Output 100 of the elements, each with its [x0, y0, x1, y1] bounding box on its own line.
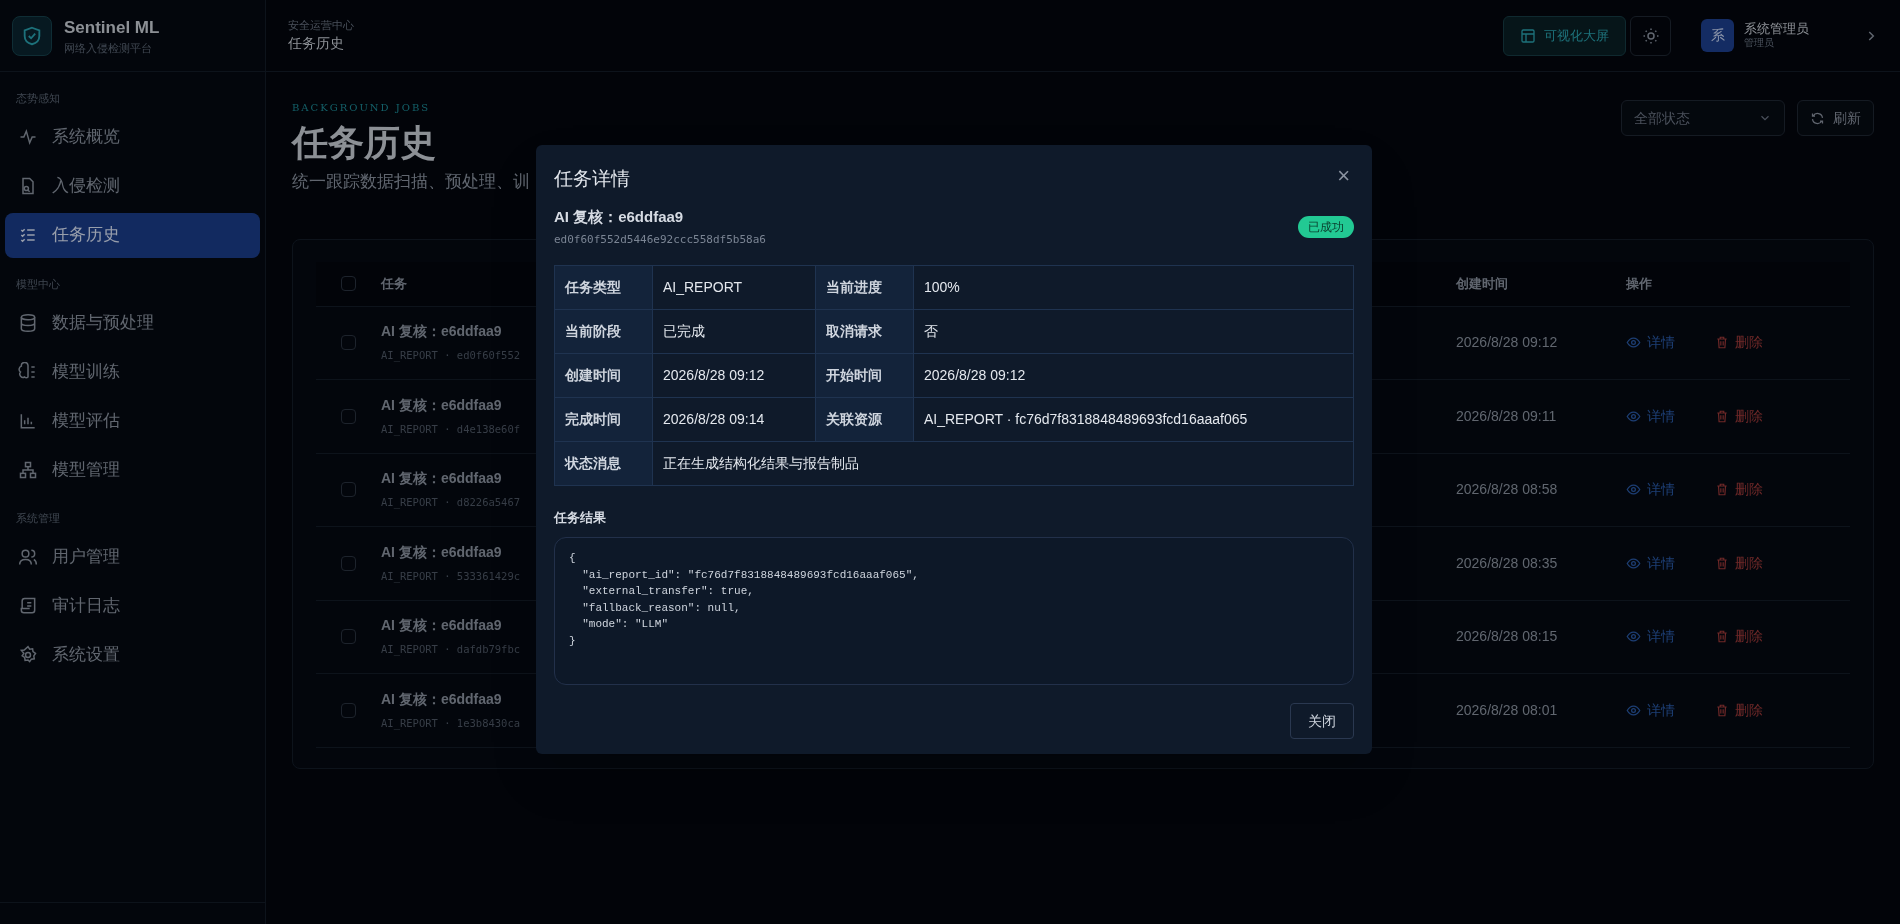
delete-link[interactable]: 删除	[1715, 332, 1763, 354]
nav-item[interactable]: 数据与预处理	[5, 300, 260, 345]
header-title: 任务历史	[288, 34, 345, 54]
nav-section-label: 系统管理	[15, 511, 61, 526]
nav-item[interactable]: 审计日志	[5, 583, 260, 629]
task-subtitle: AI_REPORT · ed0f60f552	[381, 348, 521, 364]
status-badge: 已成功	[1298, 215, 1354, 238]
detail-value: 2026/8/28 09:12	[652, 353, 816, 397]
eye-icon	[1626, 629, 1641, 645]
nav-item[interactable]: 模型管理	[5, 447, 260, 492]
view-link[interactable]: 详情	[1626, 626, 1675, 648]
job-title: AI 复核：e6ddfaa9	[554, 206, 685, 227]
nav-item[interactable]: 系统概览	[5, 114, 260, 160]
nav-item[interactable]: 模型评估	[5, 398, 260, 443]
trash-icon	[1715, 629, 1729, 645]
delete-link[interactable]: 删除	[1715, 405, 1763, 427]
nav-item[interactable]: 用户管理	[5, 534, 260, 580]
delete-link[interactable]: 删除	[1715, 626, 1763, 648]
detail-label: 创建时间	[554, 353, 653, 397]
task-title: AI 复核：e6ddfaa9	[381, 542, 502, 562]
row-checkbox[interactable]	[341, 629, 356, 645]
page-title: 任务历史	[292, 121, 437, 165]
status-filter-dropdown[interactable]: 全部状态	[1621, 100, 1785, 136]
detail-label: 状态消息	[554, 441, 653, 485]
section-eyebrow: BACKGROUND JOBS	[292, 101, 432, 115]
task-title: AI 复核：e6ddfaa9	[381, 395, 502, 415]
nav-icon	[18, 312, 38, 333]
view-link[interactable]: 详情	[1626, 552, 1675, 574]
column-header: 创建时间	[1456, 275, 1508, 291]
column-header: 操作	[1626, 275, 1652, 291]
delete-link[interactable]: 删除	[1715, 552, 1763, 574]
view-link[interactable]: 详情	[1626, 699, 1675, 721]
select-all-checkbox[interactable]	[341, 276, 356, 291]
task-subtitle: AI_REPORT · dafdb79fbc	[381, 642, 521, 658]
nav-icon	[18, 459, 38, 480]
view-link[interactable]: 详情	[1626, 332, 1675, 354]
detail-label: 关联资源	[815, 397, 914, 441]
nav-item[interactable]: 系统设置	[5, 632, 260, 678]
row-checkbox[interactable]	[341, 555, 356, 571]
dialog-title: 任务详情	[554, 167, 630, 191]
detail-value: 2026/8/28 09:14	[652, 397, 816, 441]
trash-icon	[1715, 335, 1729, 351]
layout-icon	[1520, 27, 1536, 44]
shield-logo-icon	[12, 15, 52, 56]
user-role: 管理员	[1744, 37, 1775, 50]
breadcrumb: 安全运营中心	[288, 17, 355, 33]
nav-item[interactable]: 入侵检测	[5, 163, 260, 209]
theme-toggle-button[interactable]	[1630, 15, 1671, 56]
nav-section-label: 模型中心	[15, 276, 61, 292]
trash-icon	[1715, 482, 1729, 498]
task-subtitle: AI_REPORT · 1e3b8430ca	[381, 715, 521, 732]
nav-item[interactable]: 任务历史	[5, 212, 260, 258]
detail-value: 否	[913, 309, 1354, 353]
nav-icon	[18, 127, 38, 147]
trash-icon	[1715, 408, 1729, 424]
refresh-button[interactable]: 刷新	[1797, 100, 1874, 136]
row-checkbox[interactable]	[341, 408, 356, 424]
user-avatar[interactable]: 系	[1701, 19, 1734, 52]
nav-section-label: 态势感知	[15, 91, 61, 106]
result-label: 任务结果	[554, 508, 607, 527]
created-time: 2026/8/28 09:11	[1456, 406, 1558, 426]
close-button[interactable]: ×	[1337, 165, 1350, 187]
task-title: AI 复核：e6ddfaa9	[381, 616, 502, 636]
detail-value: 已完成	[652, 309, 816, 353]
task-title: AI 复核：e6ddfaa9	[381, 469, 502, 489]
nav-item[interactable]: 模型训练	[5, 349, 260, 394]
created-time: 2026/8/28 08:01	[1456, 700, 1559, 720]
detail-label: 取消请求	[815, 309, 914, 353]
dashboard-button[interactable]: 可视化大屏	[1503, 15, 1626, 56]
delete-link[interactable]: 删除	[1715, 699, 1763, 721]
user-name: 系统管理员	[1744, 21, 1810, 38]
created-time: 2026/8/28 08:35	[1456, 553, 1559, 573]
created-time: 2026/8/28 09:12	[1456, 333, 1559, 353]
row-checkbox[interactable]	[341, 702, 356, 718]
nav-icon	[18, 645, 38, 665]
eye-icon	[1626, 555, 1641, 571]
job-id: ed0f60f552d5446e92ccc558df5b58a6	[554, 232, 766, 248]
eye-icon	[1626, 408, 1641, 424]
trash-icon	[1715, 555, 1729, 571]
detail-value: AI_REPORT	[652, 265, 816, 309]
eye-icon	[1626, 702, 1641, 718]
task-title: AI 复核：e6ddfaa9	[381, 689, 502, 709]
task-subtitle: AI_REPORT · 533361429c	[381, 568, 521, 585]
eye-icon	[1626, 482, 1641, 498]
detail-label: 当前阶段	[554, 309, 653, 353]
detail-label: 开始时间	[815, 353, 914, 397]
row-checkbox[interactable]	[341, 335, 356, 351]
brand-name: Sentinel ML	[64, 16, 160, 39]
view-link[interactable]: 详情	[1626, 405, 1675, 427]
nav-icon	[18, 596, 38, 616]
view-link[interactable]: 详情	[1626, 479, 1675, 501]
nav-icon	[18, 547, 38, 567]
row-checkbox[interactable]	[341, 482, 356, 498]
detail-label: 任务类型	[554, 265, 653, 309]
delete-link[interactable]: 删除	[1715, 479, 1763, 501]
sun-icon	[1641, 26, 1660, 45]
page-description: 统一跟踪数据扫描、预处理、训	[292, 171, 530, 193]
detail-label: 完成时间	[554, 397, 653, 441]
detail-value: 正在生成结构化结果与报告制品	[652, 441, 1354, 485]
close-dialog-button[interactable]: 关闭	[1290, 703, 1354, 739]
